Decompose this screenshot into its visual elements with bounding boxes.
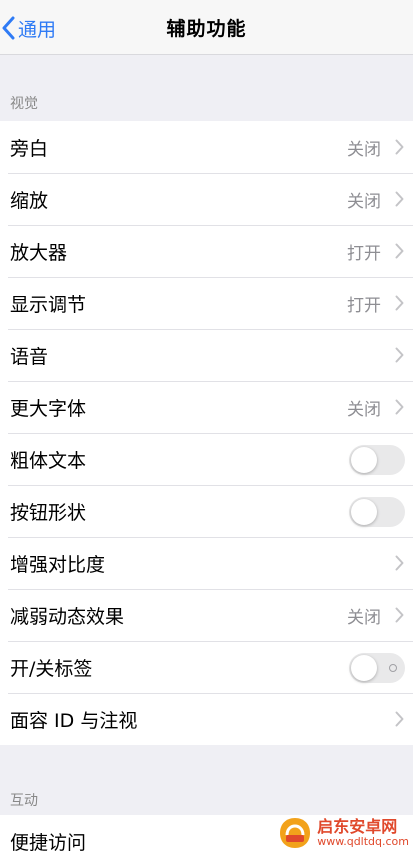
setting-value: 关闭 [347, 399, 381, 420]
setting-row-increase-contrast[interactable]: 增强对比度 [0, 537, 413, 589]
chevron-right-icon [395, 191, 404, 207]
navigation-bar: 通用 辅助功能 [0, 0, 413, 55]
chevron-right-icon [395, 399, 404, 415]
section-header-vision: 视觉 [10, 96, 38, 112]
setting-label: 按钮形状 [10, 501, 87, 524]
toggle-knob [351, 655, 377, 681]
toggle-knob [351, 447, 377, 473]
chevron-right-icon [395, 139, 404, 155]
setting-row-speech[interactable]: 语音 [0, 329, 413, 381]
setting-label: 放大器 [10, 241, 68, 264]
setting-label: 粗体文本 [10, 449, 87, 472]
watermark-logo-icon [280, 818, 311, 848]
chevron-right-icon [395, 607, 404, 623]
setting-row-zoom[interactable]: 缩放 关闭 [0, 173, 413, 225]
setting-label: 旁白 [10, 137, 49, 160]
setting-value: 打开 [347, 295, 381, 316]
setting-label: 更大字体 [10, 397, 87, 420]
setting-label: 增强对比度 [10, 553, 106, 576]
chevron-right-icon [395, 347, 404, 363]
setting-value: 关闭 [347, 607, 381, 628]
setting-label: 面容 ID 与注视 [10, 709, 138, 732]
setting-value: 关闭 [347, 191, 381, 212]
setting-row-larger-text[interactable]: 更大字体 关闭 [0, 381, 413, 433]
chevron-right-icon [395, 295, 404, 311]
watermark-url: www.qdltdq.com [317, 835, 409, 848]
setting-row-bold-text: 粗体文本 [0, 433, 413, 485]
watermark-title: 启东安卓网 [317, 817, 398, 836]
setting-label: 语音 [10, 345, 49, 368]
off-label-ring-icon [389, 664, 397, 672]
chevron-right-icon [395, 243, 404, 259]
toggle-knob [351, 499, 377, 525]
chevron-right-icon [395, 555, 404, 571]
setting-label: 缩放 [10, 189, 49, 212]
setting-value: 打开 [347, 243, 381, 264]
on-off-labels-toggle[interactable] [349, 653, 405, 683]
setting-label: 显示调节 [10, 293, 87, 316]
setting-row-voiceover[interactable]: 旁白 关闭 [0, 121, 413, 173]
setting-row-on-off-labels: 开/关标签 [0, 641, 413, 693]
page-title: 辅助功能 [166, 18, 247, 40]
setting-row-button-shapes: 按钮形状 [0, 485, 413, 537]
button-shapes-toggle[interactable] [349, 497, 405, 527]
setting-row-display-accommodations[interactable]: 显示调节 打开 [0, 277, 413, 329]
watermark: 启东安卓网 www.qdltdq.com [277, 815, 409, 851]
setting-row-reduce-motion[interactable]: 减弱动态效果 关闭 [0, 589, 413, 641]
setting-value: 关闭 [347, 139, 381, 160]
setting-label: 开/关标签 [10, 657, 93, 680]
setting-row-face-id-attention[interactable]: 面容 ID 与注视 [0, 693, 413, 745]
setting-row-magnifier[interactable]: 放大器 打开 [0, 225, 413, 277]
vision-settings-group: 旁白 关闭 缩放 关闭 放大器 打开 显示调节 打开 语音 更大字体 关闭 粗体… [0, 121, 413, 745]
section-header-interaction: 互动 [10, 793, 38, 809]
bold-text-toggle[interactable] [349, 445, 405, 475]
setting-label: 便捷访问 [10, 831, 87, 854]
chevron-right-icon [395, 711, 404, 727]
setting-label: 减弱动态效果 [10, 605, 125, 628]
